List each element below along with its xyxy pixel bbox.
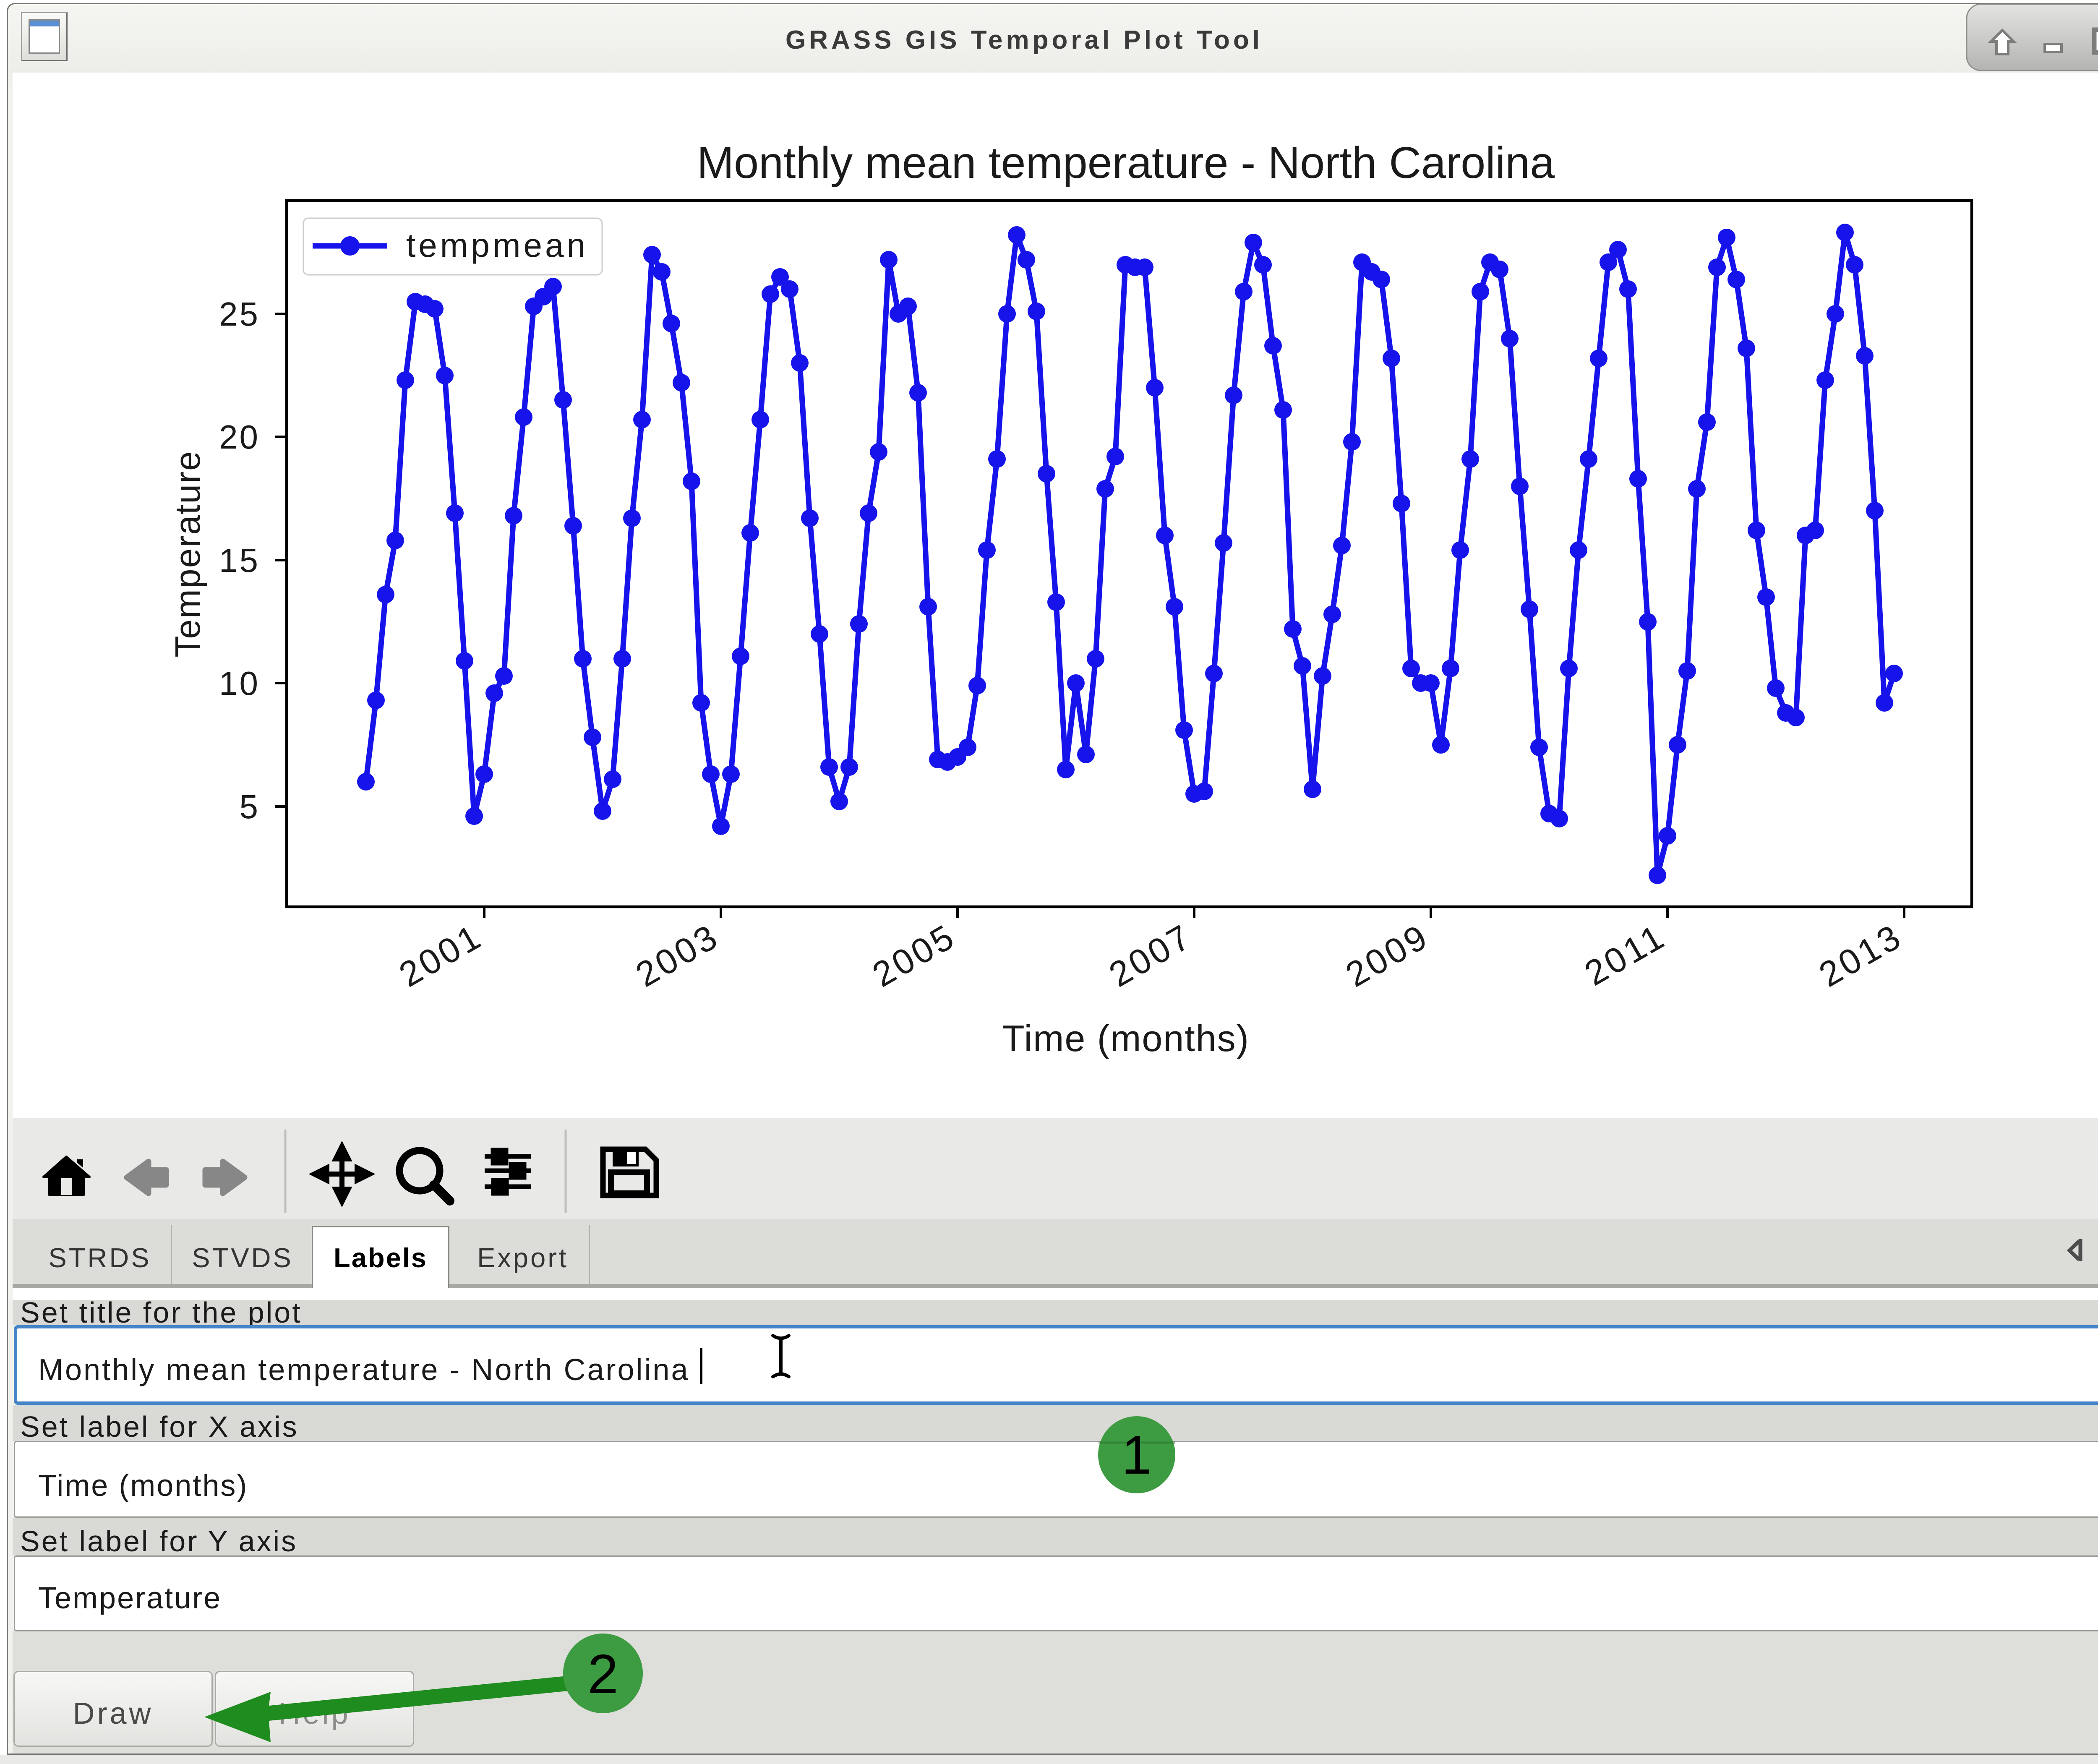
svg-text:Monthly mean temperature - Nor: Monthly mean temperature - North Carolin… — [697, 138, 1555, 188]
svg-text:2007: 2007 — [1102, 916, 1199, 994]
svg-text:2001: 2001 — [392, 916, 489, 994]
svg-text:15: 15 — [219, 542, 260, 579]
svg-text:2003: 2003 — [629, 916, 725, 994]
svg-text:Time (months): Time (months) — [1002, 1018, 1250, 1059]
svg-text:1: 1 — [1122, 1424, 1152, 1485]
svg-text:2011: 2011 — [1578, 916, 1672, 993]
svg-text:2005: 2005 — [866, 916, 962, 994]
svg-text:tempmean: tempmean — [406, 227, 588, 264]
svg-text:2013: 2013 — [1812, 916, 1909, 994]
svg-text:Temperature: Temperature — [168, 450, 207, 658]
svg-text:5: 5 — [240, 788, 260, 825]
svg-text:2: 2 — [587, 1643, 618, 1705]
svg-text:10: 10 — [219, 665, 260, 702]
svg-text:25: 25 — [219, 295, 260, 333]
svg-text:2009: 2009 — [1339, 916, 1435, 994]
svg-text:20: 20 — [219, 418, 260, 456]
